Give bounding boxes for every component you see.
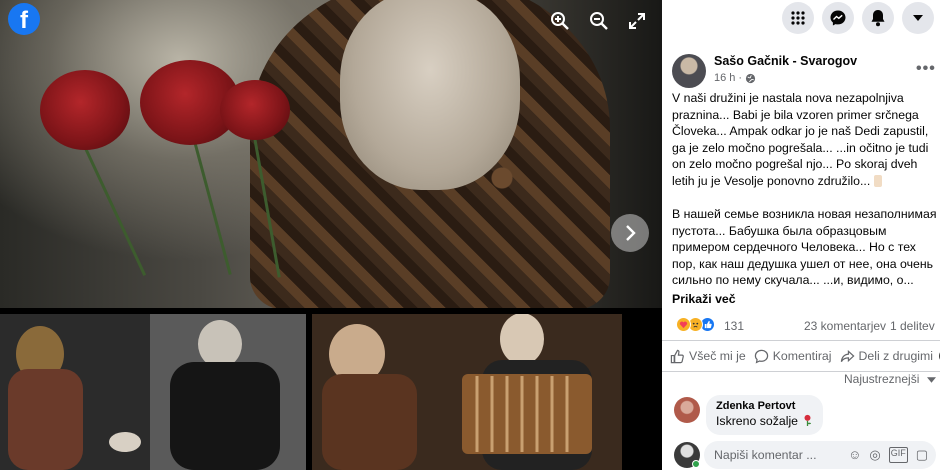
reaction-icons[interactable] — [676, 317, 715, 332]
comment-button[interactable]: Komentiraj — [746, 349, 832, 364]
zoom-in-icon[interactable] — [546, 7, 574, 35]
comment-text: Iskreno sožalje — [716, 414, 799, 428]
post-meta: 16 h · — [714, 72, 756, 84]
post-text: V naši družini je nastala nova nezapolnj… — [672, 90, 937, 307]
photo-face — [340, 0, 520, 190]
post-text-russian: В нашей семье возникла новая незаполнима… — [672, 207, 937, 287]
comment-composer: Napiši komentar ... ☺ ◎ GIF ▢ — [674, 441, 936, 469]
sticker-icon[interactable]: ▢ — [916, 447, 928, 463]
share-count[interactable]: 1 delitev — [890, 319, 935, 333]
author-avatar[interactable] — [672, 54, 706, 88]
fullscreen-icon[interactable] — [623, 7, 651, 35]
comment-item: Zdenka Pertovt Iskreno sožalje — [674, 395, 934, 437]
reactions-row: 131 23 komentarjev 1 delitev — [676, 317, 936, 335]
photo-roses — [20, 60, 290, 278]
thumbs-up-icon — [670, 349, 684, 363]
meta-separator: · — [738, 72, 743, 84]
share-button[interactable]: Deli z drugimi — [832, 349, 940, 364]
see-more-link[interactable]: Prikaži več — [672, 292, 736, 306]
comment-bubble: Zdenka Pertovt Iskreno sožalje — [706, 395, 824, 435]
current-user-avatar[interactable] — [674, 442, 700, 468]
rose-emoji-icon — [804, 414, 812, 426]
post-actions: Všeč mi je Komentiraj Deli z drugimi — [662, 340, 940, 372]
post-text-slovenian: V naši družini je nastala nova nezapolnj… — [672, 91, 929, 188]
menu-grid-icon[interactable] — [782, 2, 814, 34]
post-header: Sašo Gačnik - Svarogov 16 h · ••• — [672, 52, 936, 88]
next-photo-button[interactable] — [611, 214, 649, 252]
notifications-bell-icon[interactable] — [862, 2, 894, 34]
photo-viewer: f — [0, 0, 662, 470]
like-button[interactable]: Všeč mi je — [662, 349, 746, 364]
globe-icon — [746, 73, 756, 83]
chevron-down-icon — [926, 377, 936, 383]
commenter-name[interactable]: Zdenka Pertovt — [716, 400, 813, 412]
facebook-logo-icon[interactable]: f — [8, 3, 40, 35]
like-label: Všeč mi je — [689, 349, 746, 363]
author-name[interactable]: Sašo Gačnik - Svarogov — [714, 54, 857, 68]
sort-label: Najustreznejši — [844, 372, 920, 386]
care-reaction-icon — [676, 317, 691, 332]
share-label: Deli z drugimi — [858, 349, 933, 363]
comment-input-placeholder: Napiši komentar ... — [714, 448, 817, 462]
comment-bubble-icon — [754, 349, 768, 363]
comment-label: Komentiraj — [772, 349, 832, 363]
hand-emoji — [873, 175, 882, 188]
post-time[interactable]: 16 h — [714, 72, 735, 84]
emoji-icon[interactable]: ☺ — [848, 447, 861, 463]
composer-icons: ☺ ◎ GIF ▢ — [848, 447, 928, 463]
comment-count[interactable]: 23 komentarjev — [804, 319, 886, 333]
commenter-avatar[interactable] — [674, 397, 700, 423]
comment-sort-dropdown[interactable]: Najustreznejši — [844, 372, 936, 386]
post-panel: Sašo Gačnik - Svarogov 16 h · ••• V naši… — [662, 0, 940, 470]
main-photo[interactable] — [0, 0, 662, 308]
camera-icon[interactable]: ◎ — [869, 447, 880, 463]
photo-thumbnail-couple[interactable] — [0, 314, 306, 470]
photo-thumbnail-accordion[interactable] — [312, 314, 622, 470]
share-arrow-icon — [840, 349, 854, 362]
online-status-dot — [692, 460, 700, 468]
top-navigation-bar — [662, 0, 940, 36]
more-options-icon[interactable]: ••• — [916, 60, 936, 78]
reaction-count[interactable]: 131 — [724, 319, 744, 333]
zoom-out-icon[interactable] — [585, 7, 613, 35]
facebook-logo-letter: f — [20, 7, 28, 34]
comment-input[interactable]: Napiši komentar ... ☺ ◎ GIF ▢ — [704, 441, 936, 469]
gif-icon[interactable]: GIF — [888, 447, 908, 463]
messenger-icon[interactable] — [822, 2, 854, 34]
chevron-right-icon — [626, 225, 636, 241]
account-caret-icon[interactable] — [902, 2, 934, 34]
